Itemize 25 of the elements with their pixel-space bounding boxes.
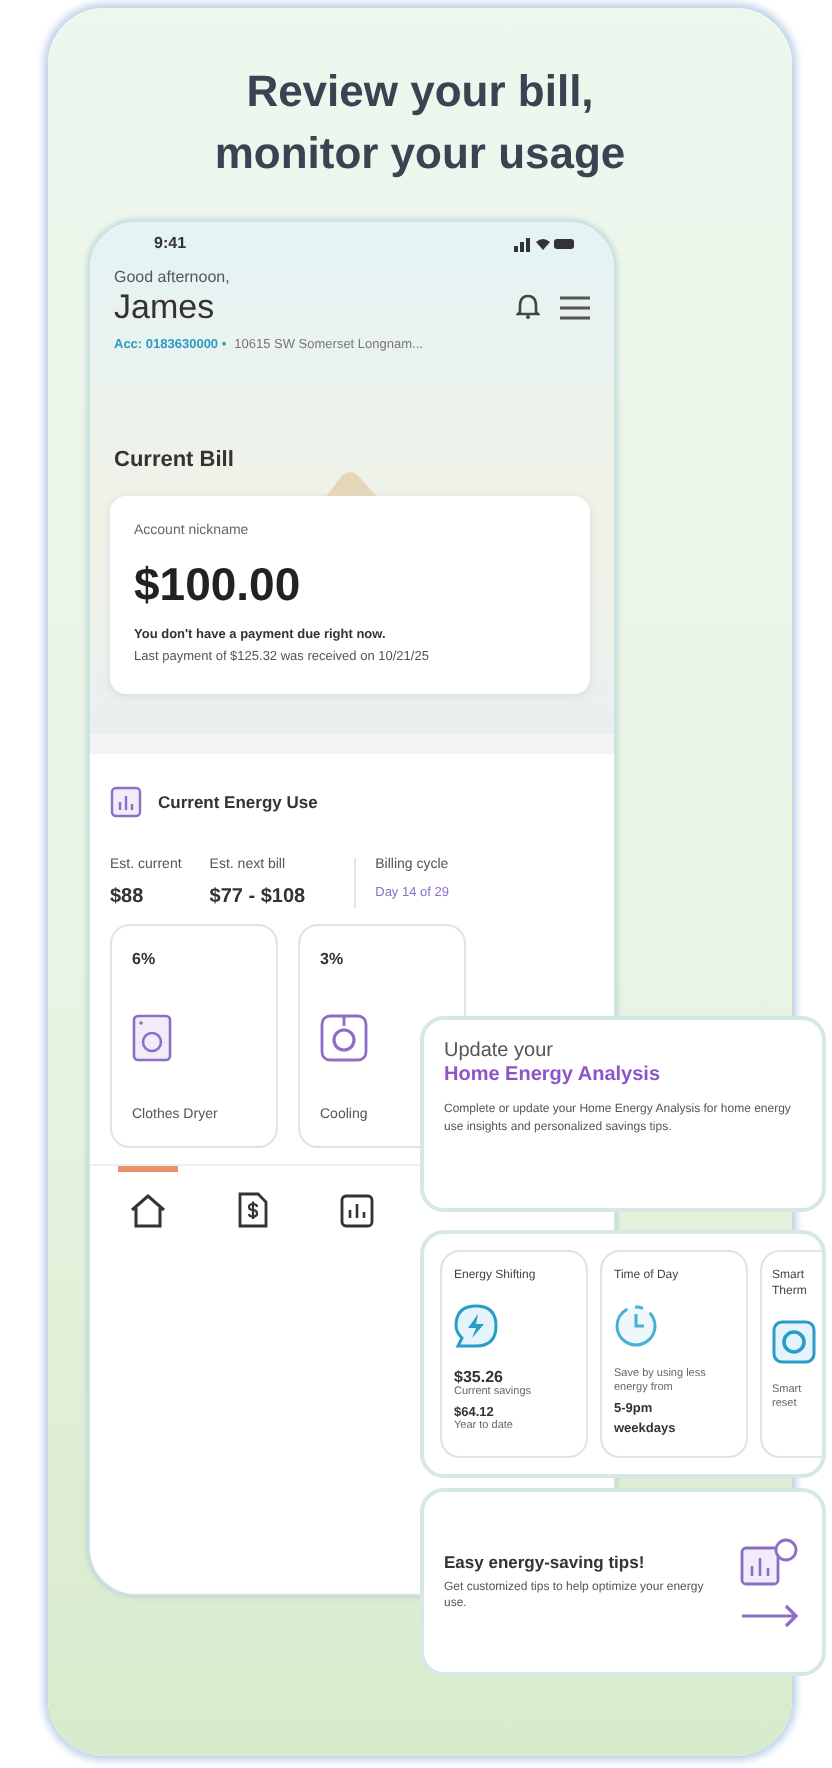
section-title: Current Energy Use [158,792,318,812]
stat-value: $77 - $108 [209,886,306,908]
clock-icon [614,1304,658,1348]
section-title: Current Bill [114,448,236,472]
menu-icon[interactable] [560,295,590,319]
greeting: Good afternoon, [114,268,230,286]
home-tab[interactable] [118,1166,178,1234]
status-time: 9:41 [154,234,187,252]
thermostat-icon [772,1320,816,1364]
ring-icon [320,1014,368,1062]
notification-icon[interactable] [516,294,540,320]
card-title: Easy energy-saving tips! [444,1552,647,1572]
dollar-document-icon [238,1192,268,1228]
chart-icon [110,786,142,818]
stat-value: $88 [110,886,146,908]
home-icon [130,1193,166,1227]
lightning-icon [454,1304,498,1348]
status-icons [514,235,574,251]
bill-amount: $100.00 [134,558,303,612]
headline: Review your bill, [244,64,596,120]
chart-icon [340,1193,374,1227]
headline: monitor your usage [212,126,628,182]
user-name: James [114,288,217,328]
tips-icon [738,1536,802,1628]
dryer-icon [132,1014,172,1062]
